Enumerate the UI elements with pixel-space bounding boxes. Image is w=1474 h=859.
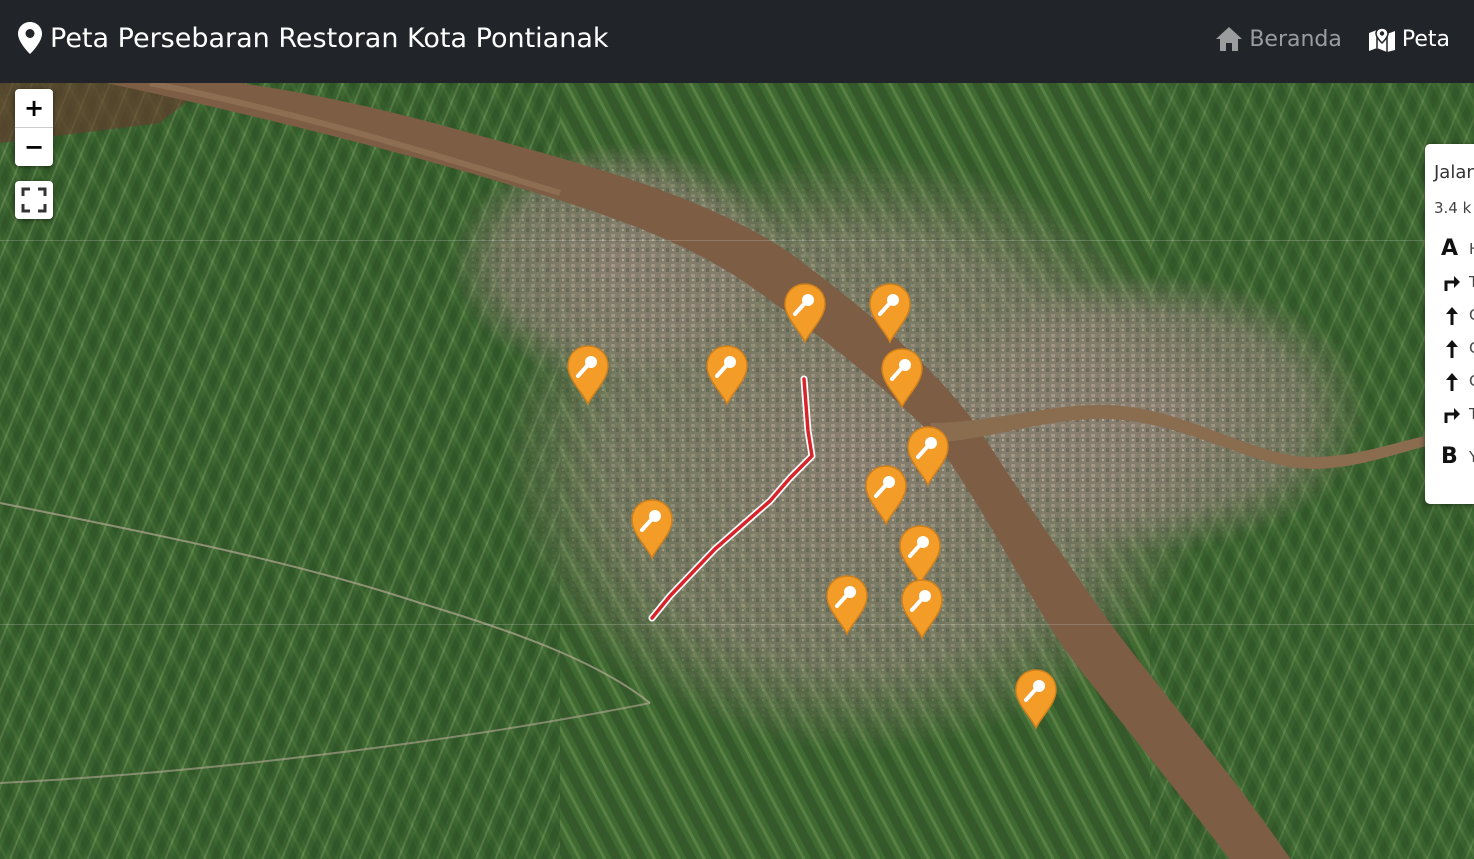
route-step[interactable]: C [1437, 370, 1474, 400]
nav-label-peta: Peta [1401, 26, 1450, 52]
restaurant-marker[interactable] [906, 425, 950, 488]
route-step[interactable]: T [1437, 271, 1474, 301]
brand[interactable]: Peta Persebaran Restoran Kota Pontianak [18, 22, 609, 54]
restaurant-marker-icon [869, 283, 911, 345]
restaurant-marker-icon [784, 283, 826, 345]
step-text: T [1469, 405, 1474, 423]
route-title: Jalan [1434, 162, 1474, 183]
restaurant-marker-icon [1015, 669, 1057, 731]
route-step[interactable]: C [1437, 304, 1474, 334]
tile-seam [0, 624, 1474, 625]
restaurant-marker-icon [899, 525, 941, 587]
turn-right-icon [1444, 276, 1460, 291]
page-title: Peta Persebaran Restoran Kota Pontianak [50, 22, 609, 54]
straight-icon [1446, 307, 1458, 325]
zoom-control: + − [15, 89, 53, 166]
restaurant-marker[interactable] [864, 464, 908, 527]
nav-link-peta[interactable]: Peta [1368, 26, 1450, 52]
fullscreen-button[interactable] [15, 181, 53, 219]
restaurant-marker[interactable] [898, 524, 942, 587]
restaurant-marker[interactable] [868, 282, 912, 345]
restaurant-marker-icon [826, 575, 868, 637]
step-text: C [1469, 372, 1474, 390]
restaurant-marker[interactable] [900, 578, 944, 641]
navbar: Peta Persebaran Restoran Kota Pontianak … [0, 0, 1474, 83]
step-text: C [1469, 306, 1474, 324]
restaurant-marker-icon [567, 345, 609, 407]
step-text: T [1469, 273, 1474, 291]
step-end-icon: B [1441, 444, 1458, 469]
turn-right-icon [1444, 408, 1460, 423]
step-start-icon: A [1441, 236, 1459, 261]
restaurant-marker-icon [865, 465, 907, 527]
route-step[interactable]: C [1437, 337, 1474, 367]
nav-link-beranda[interactable]: Beranda [1215, 26, 1342, 52]
satellite-layer [0, 83, 1474, 859]
restaurant-marker[interactable] [705, 344, 749, 407]
straight-icon [1446, 373, 1458, 391]
step-text: H [1469, 240, 1474, 258]
restaurant-marker-icon [706, 345, 748, 407]
restaurant-marker[interactable] [880, 347, 924, 410]
zoom-in-button[interactable]: + [15, 89, 53, 127]
map-view[interactable]: + − Jalan 3.4 k A H T C C C [0, 83, 1474, 859]
nav-links: Beranda Peta [1215, 26, 1450, 52]
restaurant-marker-icon [901, 579, 943, 641]
restaurant-marker[interactable] [825, 574, 869, 637]
restaurant-marker-icon [881, 348, 923, 410]
nav-label-beranda: Beranda [1249, 26, 1342, 52]
fullscreen-icon [21, 187, 47, 213]
route-step[interactable]: T [1437, 403, 1474, 433]
map-pin-icon [18, 22, 42, 54]
home-icon [1216, 27, 1243, 51]
route-step[interactable]: B Y [1437, 446, 1474, 476]
zoom-out-button[interactable]: − [15, 127, 53, 166]
straight-icon [1446, 340, 1458, 358]
route-step[interactable]: A H [1437, 238, 1474, 268]
route-summary: 3.4 k [1434, 199, 1472, 217]
step-text: Y [1469, 448, 1474, 466]
restaurant-marker[interactable] [630, 498, 674, 561]
tile-seam [0, 240, 1474, 241]
step-text: C [1469, 339, 1474, 357]
map-icon [1368, 27, 1395, 52]
restaurant-marker-icon [631, 499, 673, 561]
restaurant-marker[interactable] [566, 344, 610, 407]
restaurant-marker-icon [907, 426, 949, 488]
restaurant-marker[interactable] [1014, 668, 1058, 731]
route-instructions-panel[interactable]: Jalan 3.4 k A H T C C C T B Y [1425, 144, 1474, 504]
restaurant-marker[interactable] [783, 282, 827, 345]
